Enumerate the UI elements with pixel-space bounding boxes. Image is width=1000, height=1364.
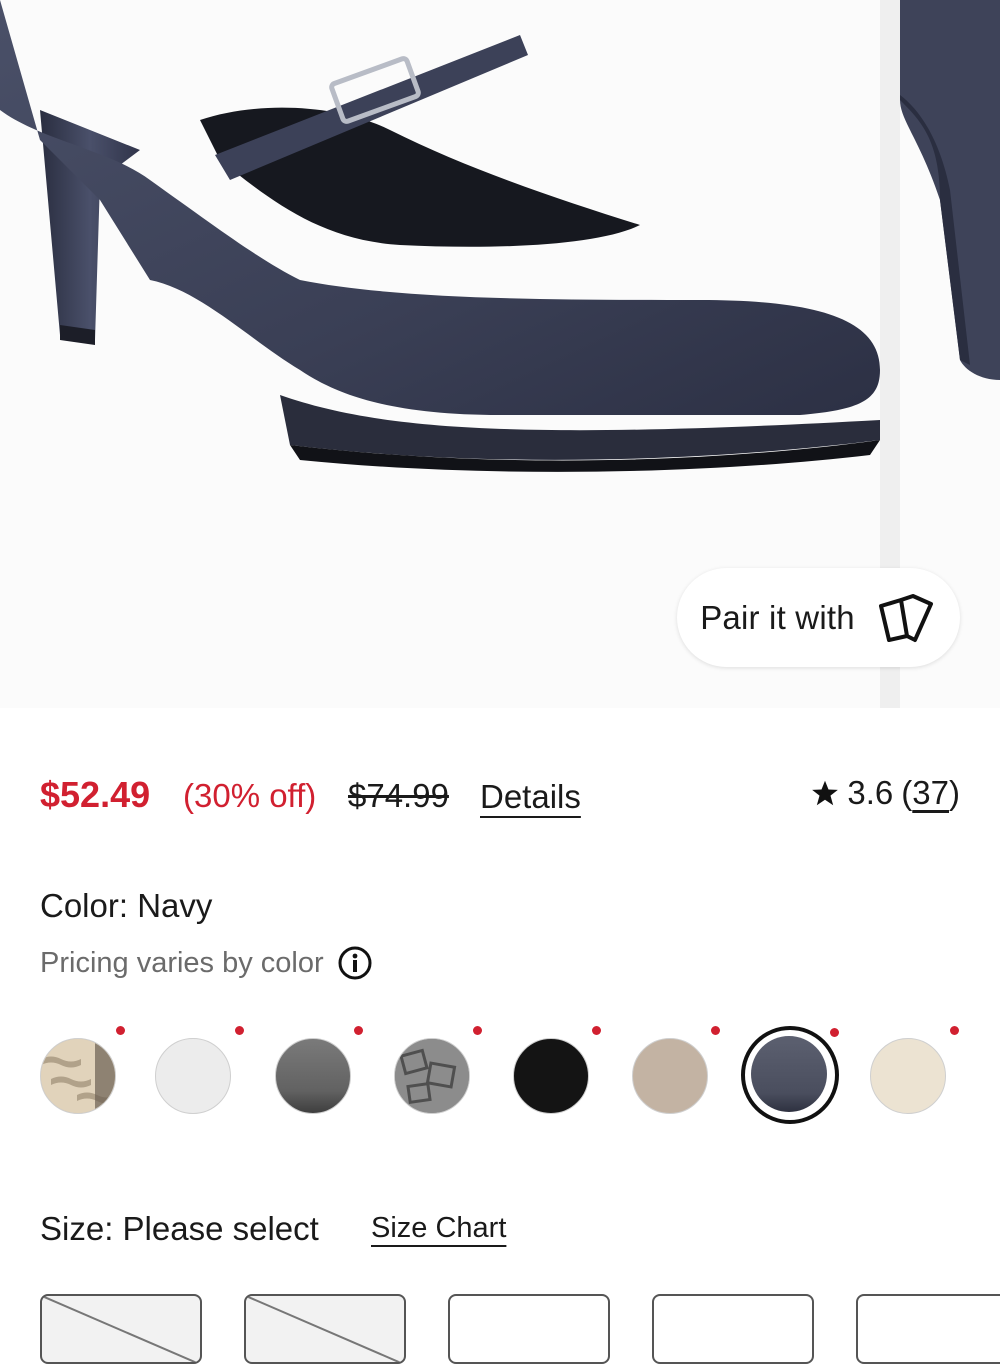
swatch-sale-dot (354, 1026, 363, 1035)
swatch-black[interactable] (513, 1038, 589, 1114)
star-icon (812, 780, 839, 806)
rating-count-wrapper: (37) (901, 774, 960, 812)
rating-paren-close: ) (949, 774, 960, 811)
original-price: $74.99 (348, 777, 449, 814)
review-count-link[interactable]: 37 (912, 774, 949, 811)
size-option[interactable] (856, 1294, 1000, 1364)
rating-summary[interactable]: 3.6 (37) (811, 774, 960, 812)
pricing-varies-text: Pricing varies by color (40, 946, 324, 979)
sale-price: $52.49 (40, 774, 151, 815)
color-swatch-list (40, 1020, 970, 1130)
size-option-unavailable[interactable] (244, 1294, 406, 1364)
swatch-grey[interactable] (275, 1038, 351, 1114)
swatch-white[interactable] (155, 1038, 231, 1114)
cards-icon (878, 593, 933, 642)
swatch-sale-dot (235, 1026, 244, 1035)
swatch-sale-dot (950, 1026, 959, 1035)
size-option-unavailable[interactable] (40, 1294, 202, 1364)
rating-value: 3.6 (847, 774, 894, 811)
size-option[interactable] (448, 1294, 610, 1364)
swatch-sale-dot (116, 1026, 125, 1035)
pair-it-with-label: Pair it with (700, 598, 855, 636)
size-selection-label: Size: Please select (40, 1210, 319, 1247)
swatch-cream[interactable] (870, 1038, 946, 1114)
swatch-sale-dot (473, 1026, 482, 1035)
rating-paren-open: ( (901, 774, 913, 811)
info-icon[interactable] (338, 946, 372, 980)
product-image-gallery[interactable]: Pair it with (0, 0, 1000, 708)
selected-color-label: Color: Navy (40, 887, 213, 924)
pricing-varies-note: Pricing varies by color (40, 946, 372, 980)
price-details-link[interactable]: Details (480, 778, 581, 816)
swatch-sale-dot (830, 1028, 839, 1037)
swatch-navy[interactable] (751, 1036, 827, 1112)
swatch-pewter-print[interactable] (394, 1038, 470, 1114)
pair-it-with-button[interactable]: Pair it with (677, 568, 960, 667)
swatch-sale-dot (711, 1026, 720, 1035)
swatch-taupe[interactable] (632, 1038, 708, 1114)
size-option[interactable] (652, 1294, 814, 1364)
size-chart-link[interactable]: Size Chart (371, 1212, 506, 1245)
swatch-sale-dot (592, 1026, 601, 1035)
price-row: $52.49 (30% off) $74.99 Details 3.6 (37) (40, 772, 960, 822)
swatch-snakeskin[interactable] (40, 1038, 116, 1114)
discount-percent: (30% off) (183, 777, 317, 814)
